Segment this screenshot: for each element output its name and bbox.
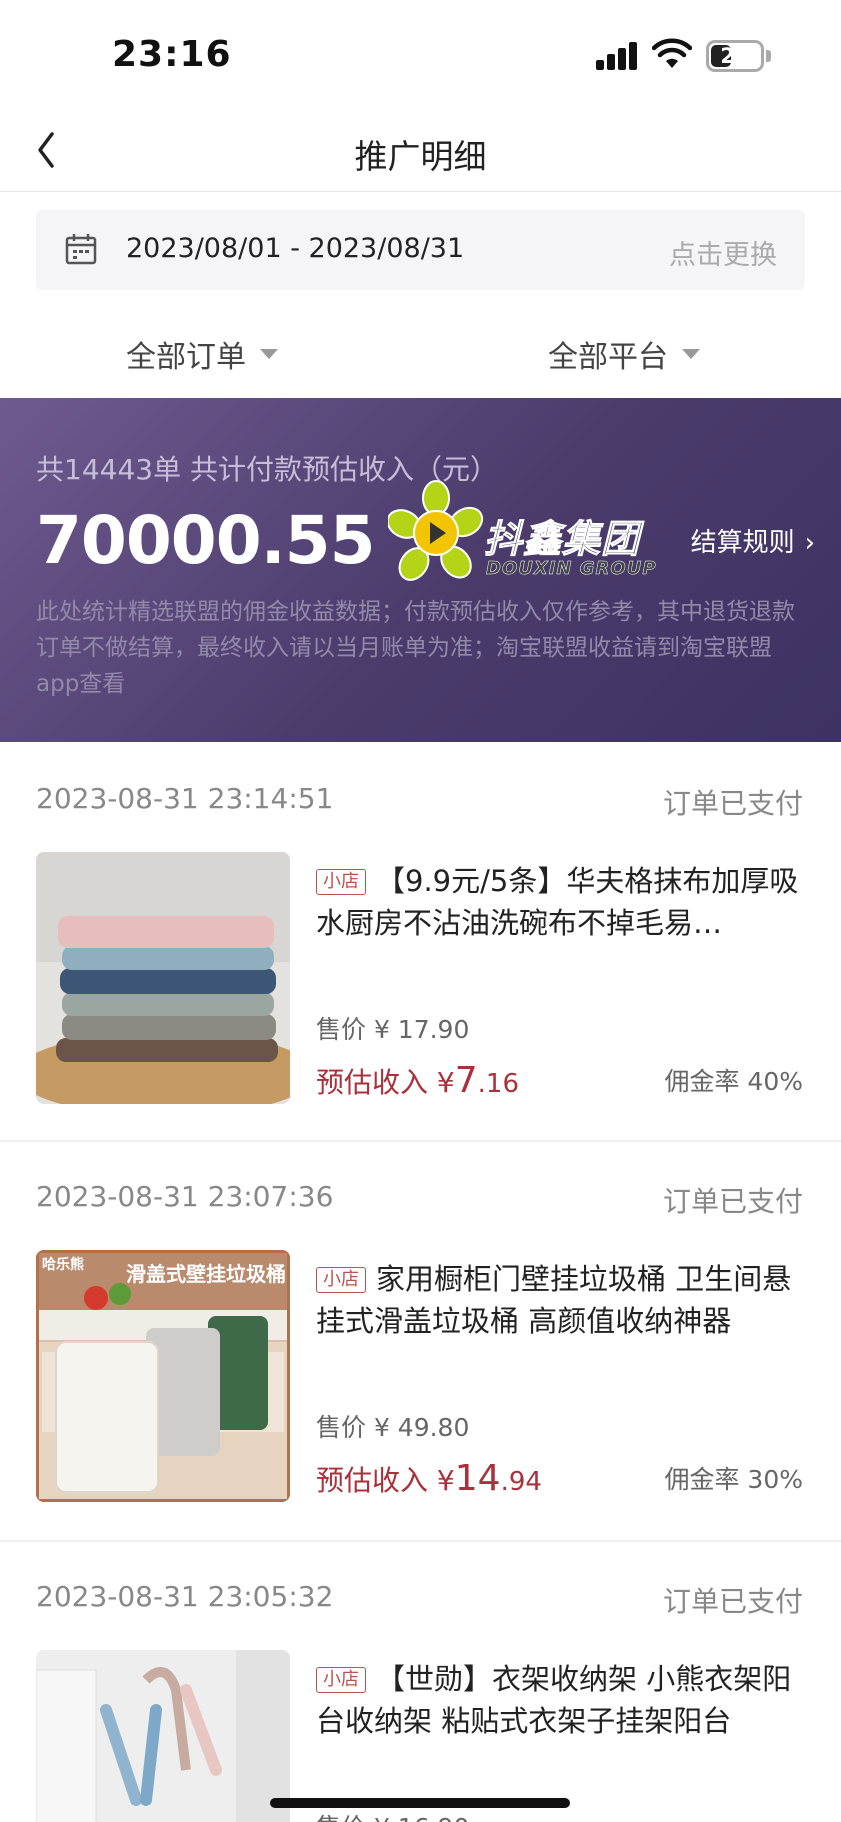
earnings-disclaimer: 此处统计精选联盟的佣金收益数据；付款预估收入仅作参考，其中退货退款订单不做结算，… (36, 599, 795, 697)
status-bar: 23:16 21 (0, 0, 841, 110)
wifi-icon (652, 38, 692, 68)
shop-tag: 小店 (316, 1267, 366, 1293)
shop-tag: 小店 (316, 1667, 366, 1693)
income-integer: 14 (454, 1458, 501, 1499)
order-card[interactable]: 2023-08-31 23:14:51 订单已支付 小店 【9.9元/5条】华夫格… (0, 742, 841, 1142)
shop-tag: 小店 (316, 869, 366, 895)
order-time: 2023-08-31 23:14:51 (36, 782, 334, 815)
order-card[interactable]: 2023-08-31 23:05:32 订单已支付 小店 【世勋】衣架收纳架 小熊… (0, 1542, 841, 1822)
settlement-rules-label: 结算规则 (690, 528, 795, 558)
product-title: 小店 【9.9元/5条】华夫格抹布加厚吸水厨房不沾油洗碗布不掉毛易… (316, 860, 806, 944)
signal-icon (596, 42, 638, 70)
currency-symbol: ¥ (436, 1464, 455, 1497)
order-time: 2023-08-31 23:05:32 (36, 1580, 334, 1613)
nav-header: 推广明细 (0, 110, 841, 192)
income-decimal: .94 (500, 1467, 542, 1497)
commission-rate: 佣金率 30% (664, 1465, 803, 1494)
dishcloth-image (36, 852, 290, 1104)
sale-price: 售价 ¥ 16.90 (316, 1808, 469, 1822)
estimated-income-label: 预估收入 (316, 1066, 429, 1099)
date-range-text: 2023/08/01 - 2023/08/31 (126, 233, 465, 264)
screen: 23:16 21 推广明细 2023/08/01 - 2023/08/31 点击… (0, 0, 841, 1822)
date-range-picker[interactable]: 2023/08/01 - 2023/08/31 点击更换 (36, 210, 805, 290)
income-decimal: .16 (477, 1069, 520, 1099)
order-status: 订单已支付 (662, 1585, 803, 1618)
order-type-filter[interactable]: 全部订单 (126, 332, 278, 376)
sale-price: 售价 ¥ 49.80 (316, 1413, 470, 1442)
logo-subtitle: DOUXIN GROUP (486, 558, 657, 580)
currency-symbol: ¥ (436, 1066, 455, 1099)
product-title: 小店 【世勋】衣架收纳架 小熊衣架阳台收纳架 粘贴式衣架子挂架阳台 (316, 1658, 806, 1742)
thumbnail-banner: 滑盖式壁挂垃圾桶 (126, 1262, 286, 1286)
calendar-icon (65, 234, 97, 265)
order-type-label: 全部订单 (126, 340, 246, 375)
product-title-text: 【9.9元/5条】华夫格抹布加厚吸水厨房不沾油洗碗布不掉毛易… (316, 864, 799, 940)
flower-logo-icon (386, 480, 484, 581)
product-thumbnail[interactable] (36, 1650, 290, 1822)
home-indicator[interactable] (270, 1798, 570, 1808)
commission-rate: 佣金率 40% (664, 1067, 803, 1096)
hanger-rack-image (36, 1650, 290, 1822)
product-title-text: 家用橱柜门壁挂垃圾桶 卫生间悬挂式滑盖垃圾桶 高颜值收纳神器 (316, 1262, 792, 1338)
total-estimated-income: 70000.55 (36, 502, 376, 579)
page-title: 推广明细 (354, 137, 487, 176)
product-title: 小店 家用橱柜门壁挂垃圾桶 卫生间悬挂式滑盖垃圾桶 高颜值收纳神器 (316, 1258, 806, 1342)
thumbnail-brand: 哈乐熊 (42, 1257, 84, 1273)
product-thumbnail[interactable] (36, 852, 290, 1104)
platform-filter[interactable]: 全部平台 (548, 332, 700, 376)
estimated-income: 预估收入 ¥7.16 (316, 1060, 519, 1101)
caret-down-icon (682, 349, 700, 359)
income-integer: 7 (454, 1060, 478, 1101)
sale-price: 售价 ¥ 17.90 (316, 1015, 470, 1044)
status-time: 23:16 (112, 34, 232, 75)
order-card[interactable]: 2023-08-31 23:07:36 订单已支付 哈乐熊 滑盖式壁挂垃圾桶 小… (0, 1142, 841, 1542)
battery-cap (766, 50, 771, 62)
estimated-income: 预估收入 ¥14.94 (316, 1458, 542, 1499)
order-status: 订单已支付 (662, 787, 803, 820)
battery-icon: 21 (706, 40, 764, 72)
order-time: 2023-08-31 23:07:36 (36, 1180, 334, 1213)
order-status: 订单已支付 (662, 1185, 803, 1218)
settlement-rules-link[interactable]: 结算规则 › (691, 522, 815, 559)
product-thumbnail[interactable]: 哈乐熊 滑盖式壁挂垃圾桶 (36, 1250, 290, 1502)
change-date-button[interactable]: 点击更换 (669, 233, 777, 272)
product-title-text: 【世勋】衣架收纳架 小熊衣架阳台收纳架 粘贴式衣架子挂架阳台 (316, 1662, 792, 1738)
platform-label: 全部平台 (548, 340, 668, 375)
logo-name: 抖鑫集团 (483, 517, 641, 562)
caret-down-icon (260, 349, 278, 359)
earnings-summary-banner: 共14443单 共计付款预估收入（元） 70000.55 抖鑫集团 DOUXIN… (0, 398, 841, 742)
battery-level: 21 (720, 44, 750, 68)
trash-bin-image (36, 1250, 290, 1502)
estimated-income-label: 预估收入 (316, 1464, 429, 1497)
chevron-right-icon: › (804, 528, 815, 558)
douxin-group-logo: 抖鑫集团 DOUXIN GROUP (386, 478, 668, 608)
